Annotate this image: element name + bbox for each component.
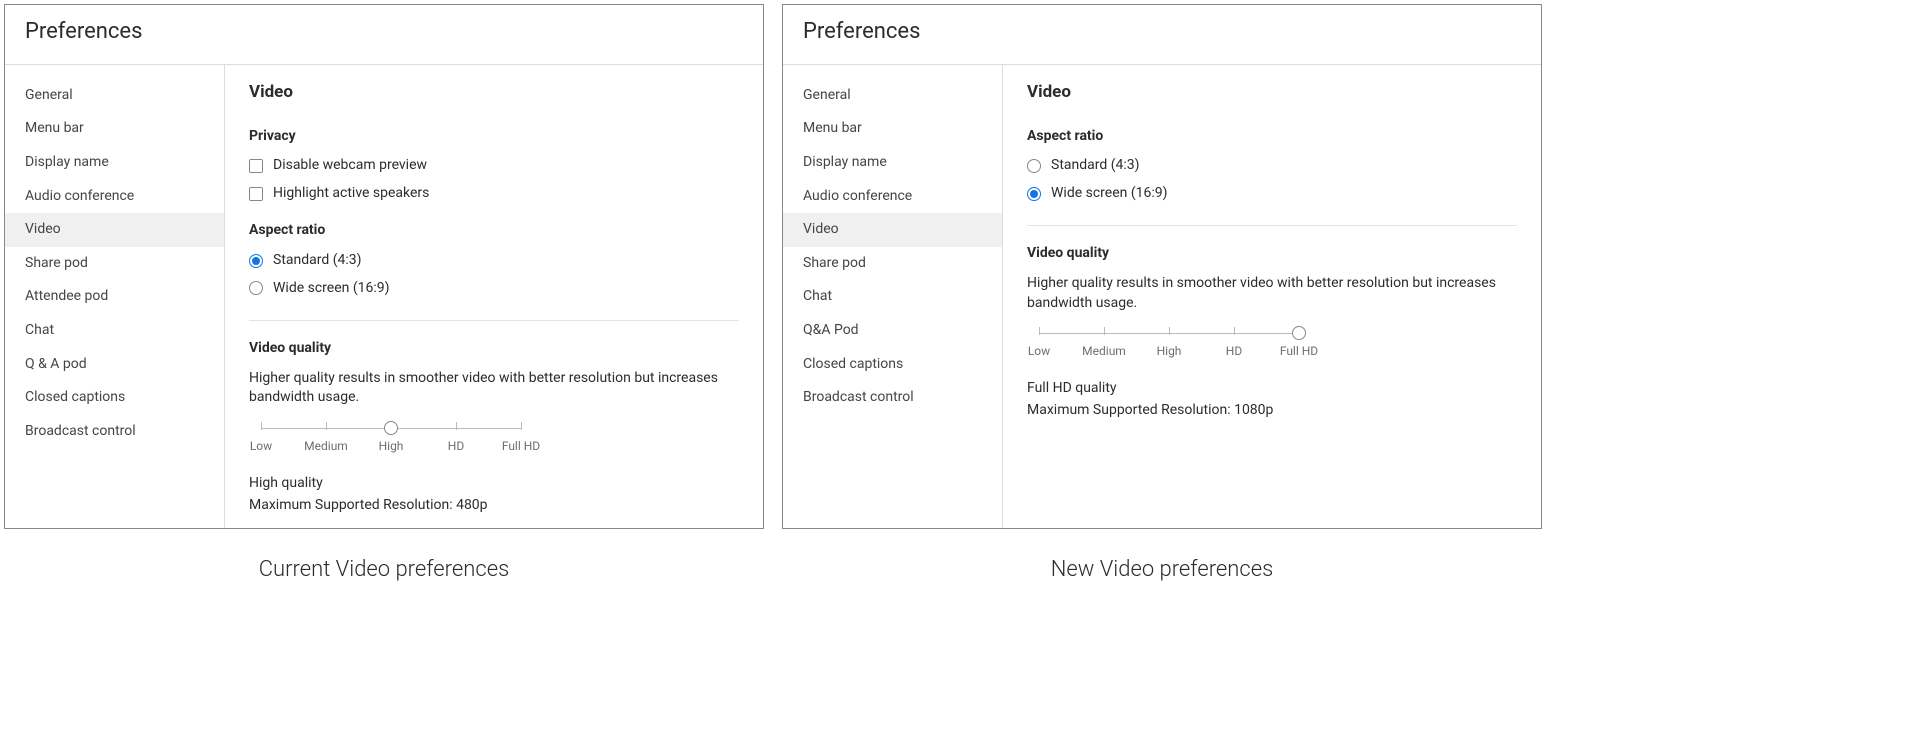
sidebar-item-general[interactable]: General bbox=[783, 79, 1002, 113]
panel-caption: New Video preferences bbox=[1051, 555, 1274, 586]
sidebar-item-qa-pod[interactable]: Q&A Pod bbox=[783, 314, 1002, 348]
section-quality-title: Video quality bbox=[249, 339, 739, 359]
quality-description: Higher quality results in smoother video… bbox=[1027, 274, 1517, 313]
sidebar-item-share-pod[interactable]: Share pod bbox=[783, 247, 1002, 281]
section-privacy-title: Privacy bbox=[249, 127, 739, 147]
radio-icon bbox=[1027, 187, 1041, 201]
section-aspect-title: Aspect ratio bbox=[249, 221, 739, 241]
content-heading: Video bbox=[249, 81, 739, 105]
sidebar-item-qa-pod[interactable]: Q & A pod bbox=[5, 348, 224, 382]
sidebar: General Menu bar Display name Audio conf… bbox=[5, 65, 225, 528]
slider-label: High bbox=[379, 438, 404, 455]
preferences-panel-new: Preferences General Menu bar Display nam… bbox=[782, 4, 1542, 529]
sidebar-item-general[interactable]: General bbox=[5, 79, 224, 113]
content-pane: Video Aspect ratio Standard (4:3) Wide s… bbox=[1003, 65, 1541, 528]
preferences-panel-current: Preferences General Menu bar Display nam… bbox=[4, 4, 764, 529]
slider-label: High bbox=[1157, 343, 1182, 360]
sidebar-item-video[interactable]: Video bbox=[5, 213, 224, 247]
slider-tick bbox=[456, 422, 457, 430]
slider-label: HD bbox=[1226, 343, 1242, 360]
slider-label: HD bbox=[448, 438, 464, 455]
slider-thumb[interactable] bbox=[384, 421, 398, 435]
radio-label: Wide screen (16:9) bbox=[273, 279, 390, 299]
content-pane: Video Privacy Disable webcam preview Hig… bbox=[225, 65, 763, 528]
radio-standard[interactable]: Standard (4:3) bbox=[1027, 156, 1517, 176]
sidebar-item-closed-captions[interactable]: Closed captions bbox=[5, 381, 224, 415]
sidebar-item-chat[interactable]: Chat bbox=[5, 314, 224, 348]
radio-icon bbox=[249, 254, 263, 268]
sidebar-item-display-name[interactable]: Display name bbox=[783, 146, 1002, 180]
panel-title: Preferences bbox=[783, 5, 1541, 64]
quality-summary: Full HD quality Maximum Supported Resolu… bbox=[1027, 379, 1517, 420]
radio-standard[interactable]: Standard (4:3) bbox=[249, 251, 739, 271]
radio-wide[interactable]: Wide screen (16:9) bbox=[1027, 184, 1517, 204]
radio-label: Standard (4:3) bbox=[1051, 156, 1140, 176]
checkbox-icon bbox=[249, 187, 263, 201]
sidebar: General Menu bar Display name Audio conf… bbox=[783, 65, 1003, 528]
checkbox-highlight-active-speakers[interactable]: Highlight active speakers bbox=[249, 184, 739, 204]
slider-tick bbox=[1169, 327, 1170, 335]
radio-icon bbox=[249, 281, 263, 295]
sidebar-item-display-name[interactable]: Display name bbox=[5, 146, 224, 180]
slider-tick bbox=[521, 422, 522, 430]
radio-icon bbox=[1027, 159, 1041, 173]
panel-caption: Current Video preferences bbox=[259, 555, 509, 586]
section-aspect-title: Aspect ratio bbox=[1027, 127, 1517, 147]
checkbox-label: Disable webcam preview bbox=[273, 156, 427, 176]
sidebar-item-video[interactable]: Video bbox=[783, 213, 1002, 247]
divider bbox=[1027, 225, 1517, 226]
quality-summary-line1: High quality bbox=[249, 474, 739, 494]
content-heading: Video bbox=[1027, 81, 1517, 105]
slider-label: Full HD bbox=[502, 438, 540, 455]
checkbox-icon bbox=[249, 159, 263, 173]
sidebar-item-share-pod[interactable]: Share pod bbox=[5, 247, 224, 281]
sidebar-item-closed-captions[interactable]: Closed captions bbox=[783, 348, 1002, 382]
sidebar-item-attendee-pod[interactable]: Attendee pod bbox=[5, 280, 224, 314]
quality-slider[interactable]: Low Medium High HD Full HD bbox=[1039, 327, 1299, 361]
slider-label: Medium bbox=[304, 438, 348, 455]
slider-tick bbox=[326, 422, 327, 430]
sidebar-item-menu-bar[interactable]: Menu bar bbox=[783, 112, 1002, 146]
checkbox-disable-webcam-preview[interactable]: Disable webcam preview bbox=[249, 156, 739, 176]
slider-tick bbox=[1234, 327, 1235, 335]
radio-wide[interactable]: Wide screen (16:9) bbox=[249, 279, 739, 299]
sidebar-item-chat[interactable]: Chat bbox=[783, 280, 1002, 314]
radio-label: Wide screen (16:9) bbox=[1051, 184, 1168, 204]
quality-summary-line2: Maximum Supported Resolution: 480p bbox=[249, 496, 739, 516]
section-quality-title: Video quality bbox=[1027, 244, 1517, 264]
slider-label: Low bbox=[250, 438, 272, 455]
quality-summary-line2: Maximum Supported Resolution: 1080p bbox=[1027, 401, 1517, 421]
checkbox-label: Highlight active speakers bbox=[273, 184, 429, 204]
sidebar-item-audio-conference[interactable]: Audio conference bbox=[783, 180, 1002, 214]
slider-label: Medium bbox=[1082, 343, 1126, 360]
slider-tick bbox=[261, 422, 262, 430]
slider-tick bbox=[1039, 327, 1040, 335]
slider-thumb[interactable] bbox=[1292, 326, 1306, 340]
panel-title: Preferences bbox=[5, 5, 763, 64]
quality-description: Higher quality results in smoother video… bbox=[249, 369, 739, 408]
divider bbox=[249, 320, 739, 321]
sidebar-item-broadcast-control[interactable]: Broadcast control bbox=[5, 415, 224, 449]
slider-label: Low bbox=[1028, 343, 1050, 360]
sidebar-item-menu-bar[interactable]: Menu bar bbox=[5, 112, 224, 146]
slider-tick bbox=[1104, 327, 1105, 335]
quality-slider[interactable]: Low Medium High HD Full HD bbox=[261, 422, 521, 456]
sidebar-item-audio-conference[interactable]: Audio conference bbox=[5, 180, 224, 214]
quality-summary-line1: Full HD quality bbox=[1027, 379, 1517, 399]
quality-summary: High quality Maximum Supported Resolutio… bbox=[249, 474, 739, 515]
slider-label: Full HD bbox=[1280, 343, 1318, 360]
sidebar-item-broadcast-control[interactable]: Broadcast control bbox=[783, 381, 1002, 415]
radio-label: Standard (4:3) bbox=[273, 251, 362, 271]
